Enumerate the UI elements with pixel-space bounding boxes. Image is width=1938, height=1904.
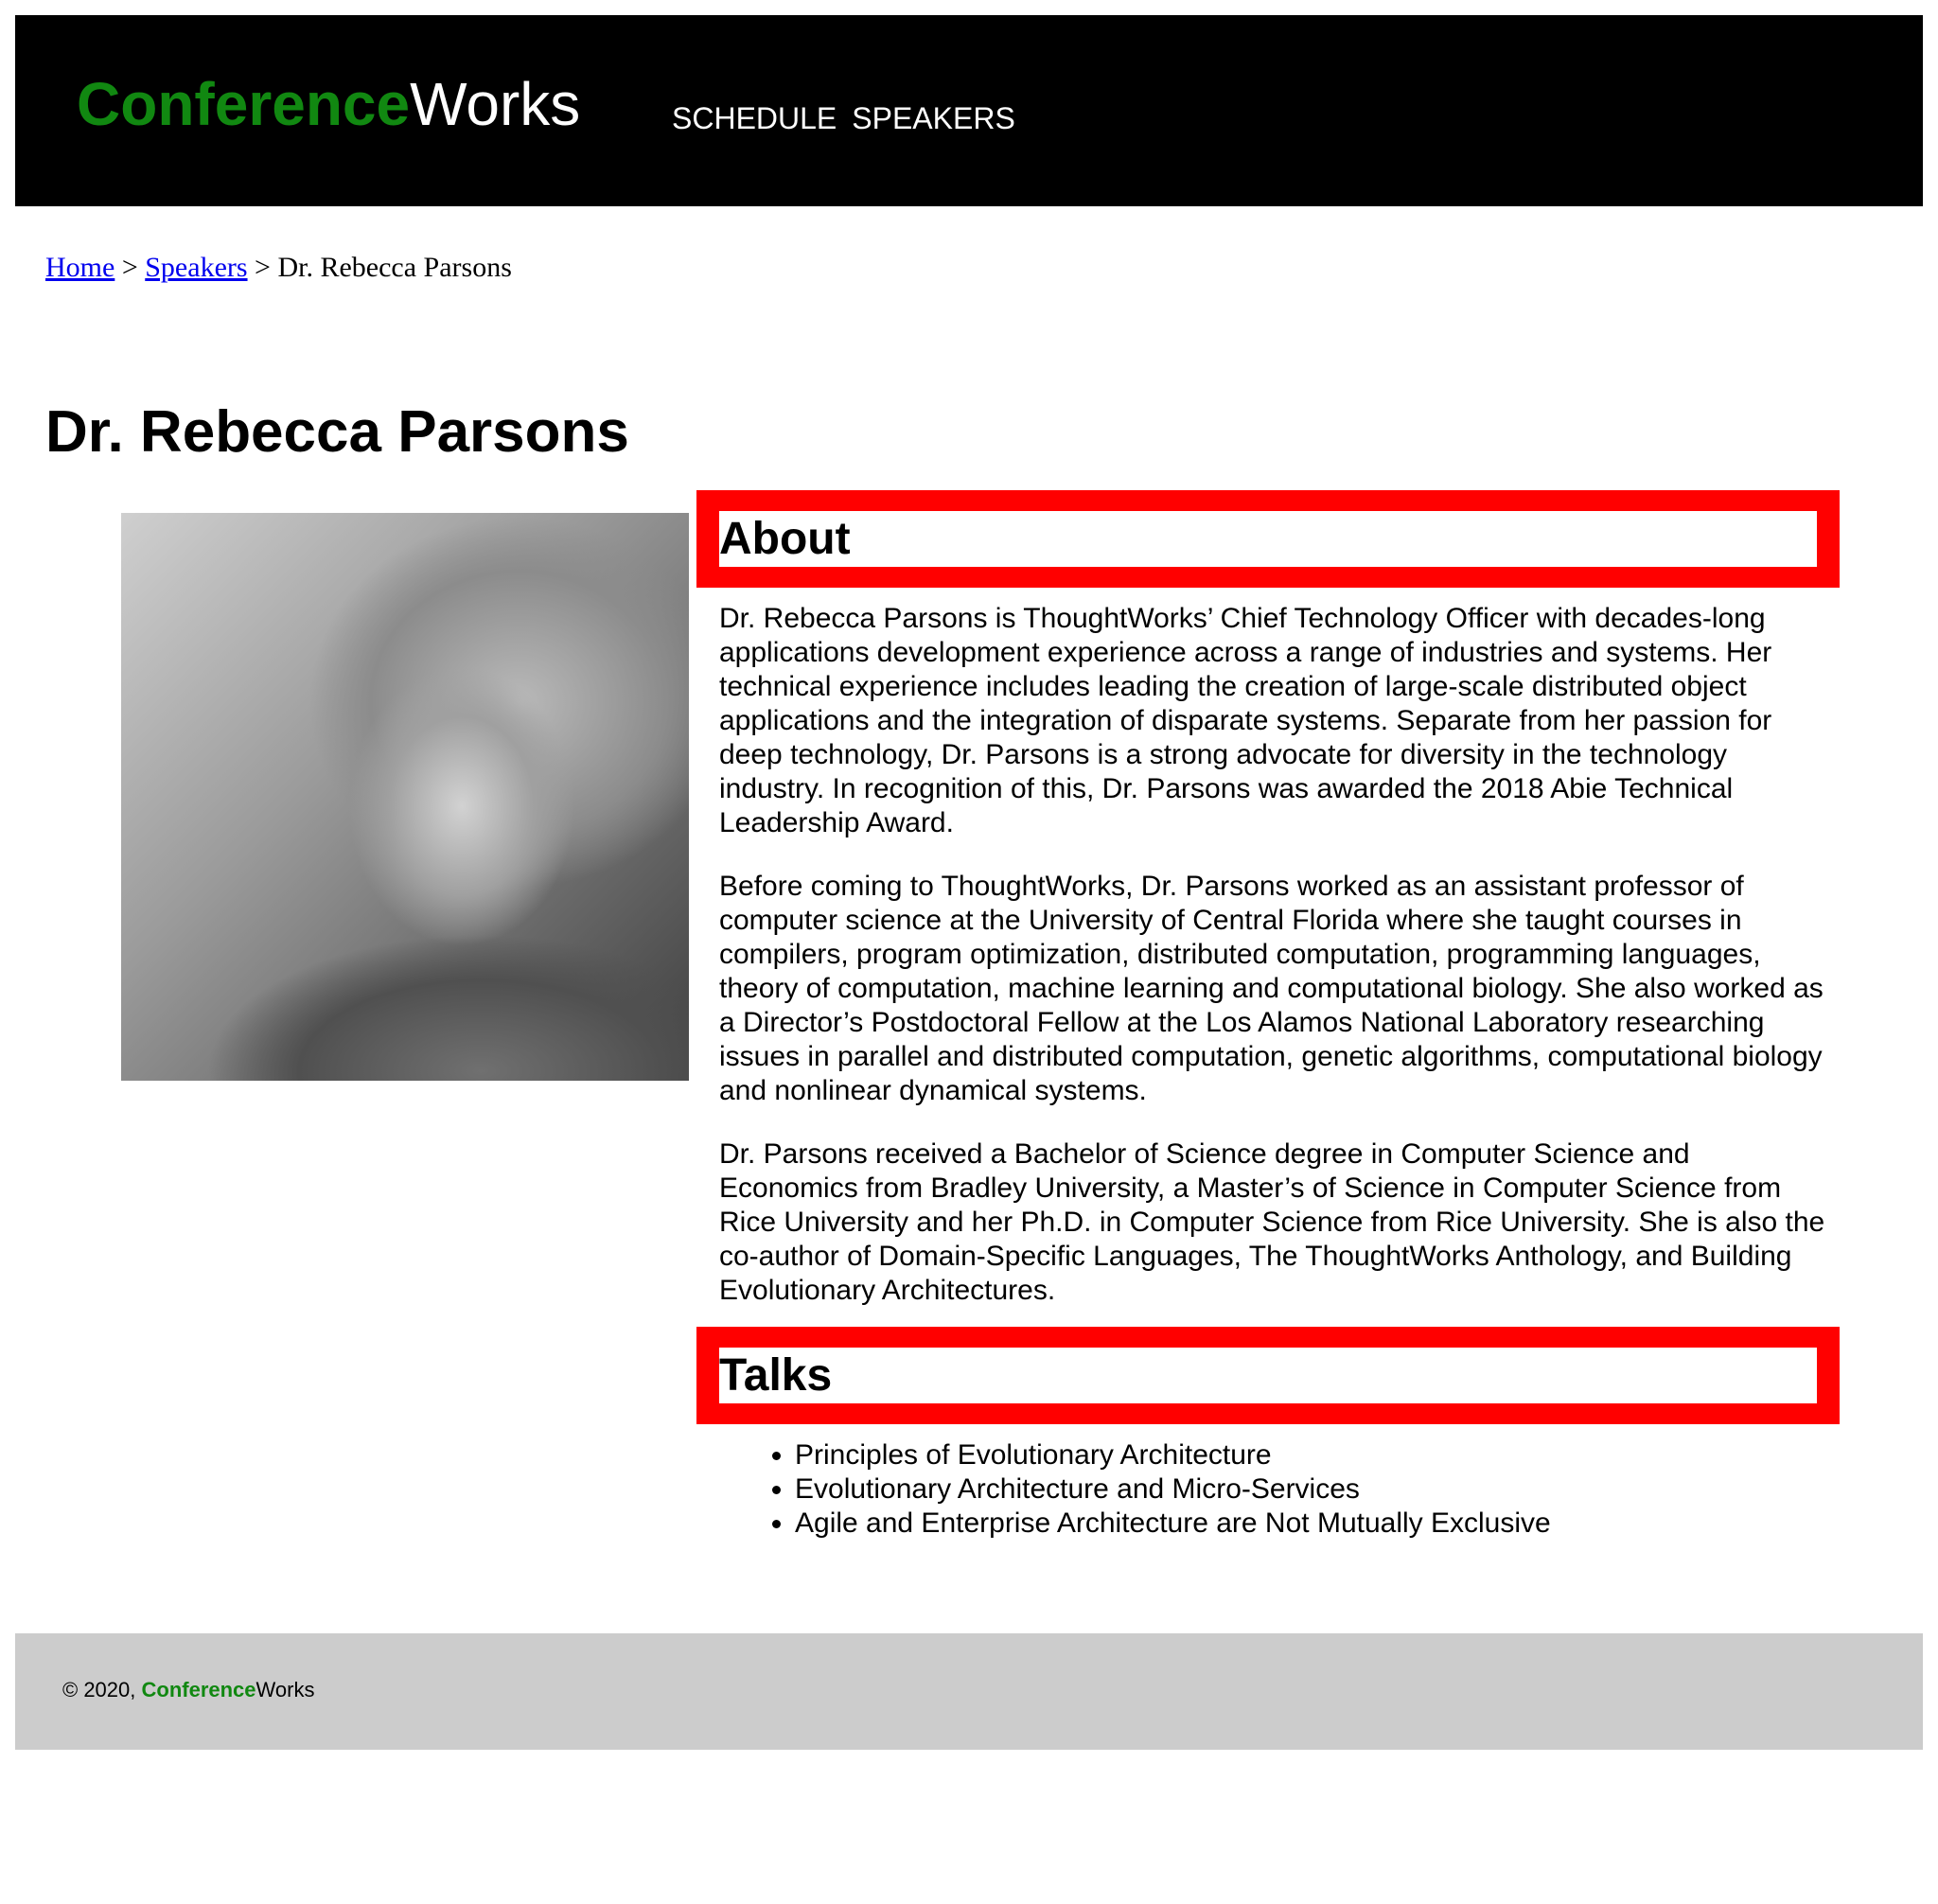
footer-brand-works: Works <box>255 1678 315 1701</box>
footer-copyright: © 2020, ConferenceWorks <box>62 1678 314 1702</box>
main-nav: SCHEDULE SPEAKERS <box>672 103 1031 133</box>
breadcrumb-current: Dr. Rebecca Parsons <box>277 252 512 283</box>
talks-section-header: Talks <box>696 1327 1840 1424</box>
talk-item: Principles of Evolutionary Architecture <box>795 1438 1912 1472</box>
logo-conference: Conference <box>77 70 411 138</box>
footer-brand-conference: Conference <box>141 1678 256 1701</box>
talk-item: Evolutionary Architecture and Micro-Serv… <box>795 1472 1912 1507</box>
site-header: ConferenceWorks SCHEDULE SPEAKERS <box>15 15 1923 206</box>
breadcrumb-speakers-link[interactable]: Speakers <box>145 252 247 283</box>
talks-list: Principles of Evolutionary Architecture … <box>719 1438 1912 1541</box>
about-section-header: About <box>696 490 1840 588</box>
copyright-text: © 2020, <box>62 1678 142 1701</box>
breadcrumb-separator: > <box>115 252 146 283</box>
about-heading: About <box>719 514 851 564</box>
speaker-photo <box>121 513 689 1081</box>
talk-item: Agile and Enterprise Architecture are No… <box>795 1507 1912 1541</box>
bio-paragraph: Dr. Rebecca Parsons is ThoughtWorks’ Chi… <box>719 603 1772 838</box>
talks-heading-background <box>719 1348 1817 1403</box>
logo-works: Works <box>410 70 581 138</box>
breadcrumb-separator: > <box>247 252 278 283</box>
nav-schedule-link[interactable]: SCHEDULE <box>672 101 837 135</box>
about-heading-background <box>719 511 1817 567</box>
breadcrumb-home-link[interactable]: Home <box>45 252 115 283</box>
breadcrumb: Home > Speakers > Dr. Rebecca Parsons <box>45 251 512 285</box>
about-content: Dr. Rebecca Parsons is ThoughtWorks’ Chi… <box>719 602 1836 1337</box>
site-footer: © 2020, ConferenceWorks <box>15 1633 1923 1750</box>
site-logo[interactable]: ConferenceWorks <box>77 74 580 134</box>
page-title: Dr. Rebecca Parsons <box>45 399 629 465</box>
bio-paragraph: Dr. Parsons received a Bachelor of Scien… <box>719 1138 1825 1306</box>
bio-paragraph: Before coming to ThoughtWorks, Dr. Parso… <box>719 871 1823 1106</box>
nav-speakers-link[interactable]: SPEAKERS <box>852 101 1015 135</box>
talks-heading: Talks <box>719 1350 833 1401</box>
